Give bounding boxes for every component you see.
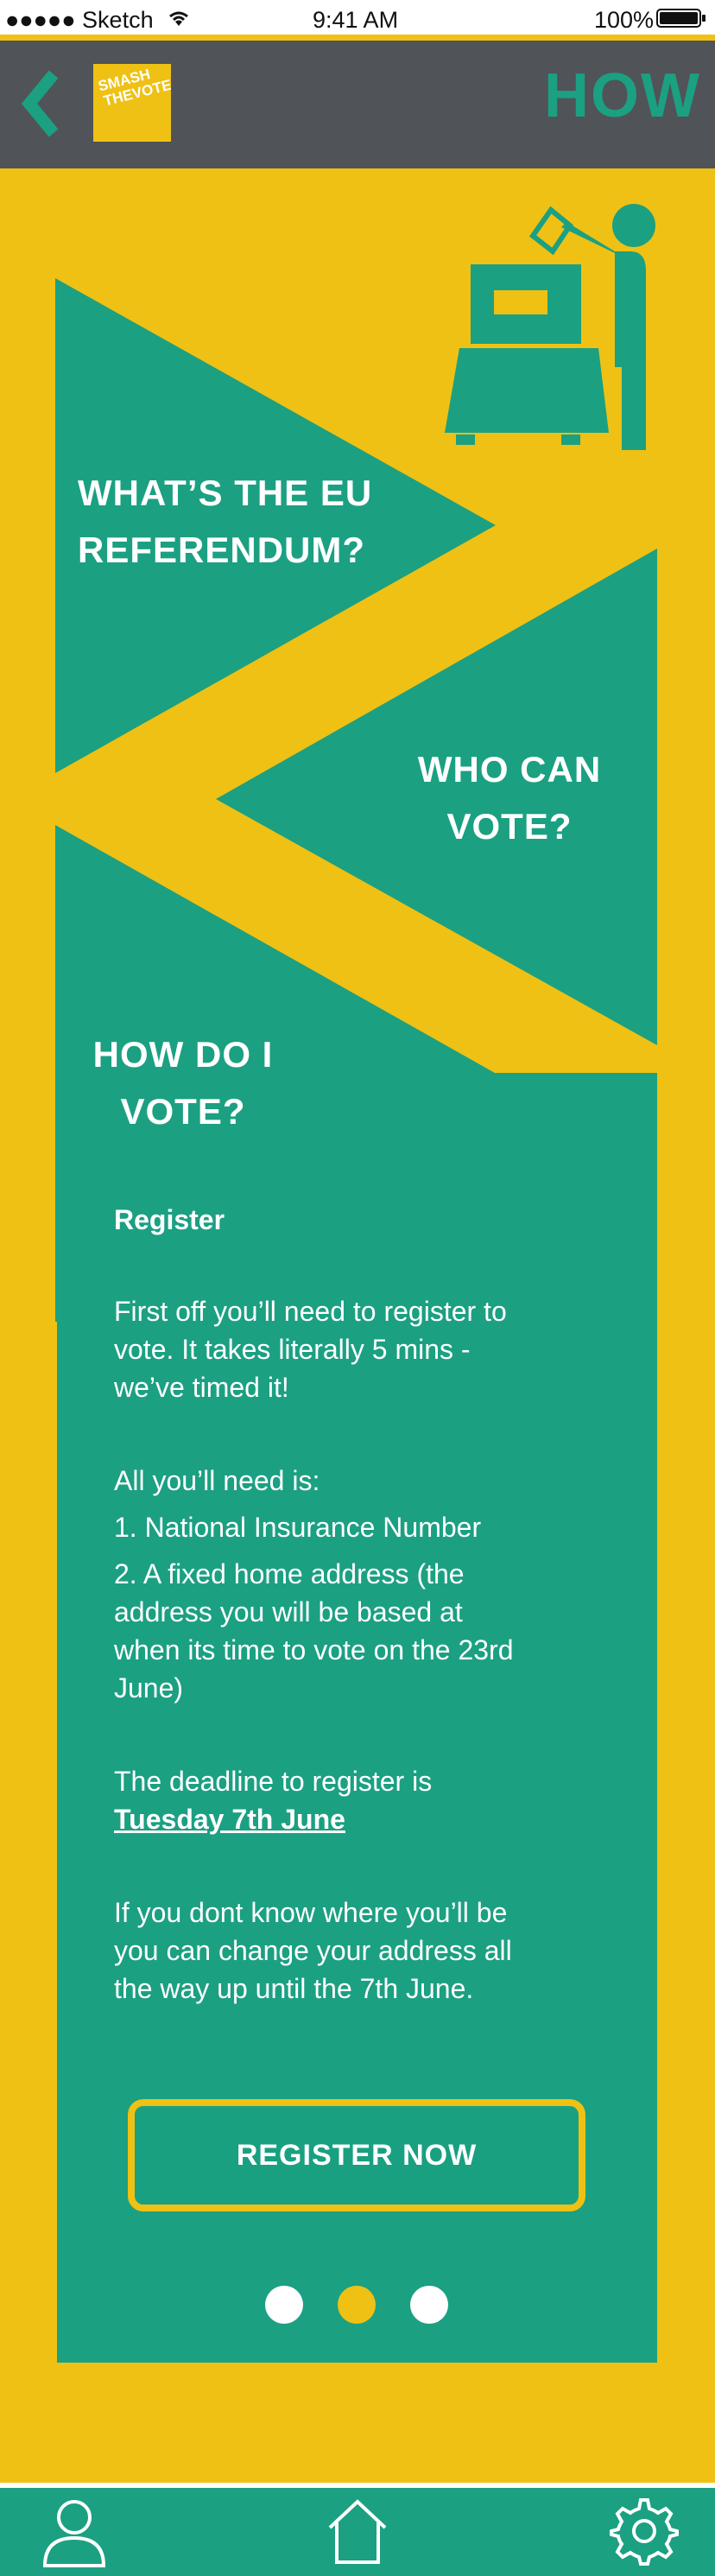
profile-icon[interactable]	[40, 2497, 109, 2567]
clock: 9:41 AM	[313, 7, 399, 33]
back-arrow-icon[interactable]	[19, 69, 62, 138]
section-eu-referendum-title[interactable]: WHAT’S THE EU REFERENDUM?	[78, 465, 372, 579]
deadline-paragraph: The deadline to register is Tuesday 7th …	[114, 1762, 432, 1838]
pagination-dot-2-active[interactable]	[338, 2286, 376, 2324]
battery-icon	[656, 9, 706, 28]
register-now-button[interactable]: REGISTER NOW	[128, 2099, 585, 2211]
register-intro-paragraph: First off you’ll need to register to vot…	[114, 1296, 507, 1403]
register-heading: Register	[114, 1204, 225, 1235]
smash-the-vote-logo: SMASH THEVOTE!	[93, 64, 171, 142]
settings-icon[interactable]	[610, 2497, 679, 2566]
requirement-item-2: 2. A fixed home address (the address you…	[114, 1558, 514, 1704]
wifi-icon	[169, 11, 188, 26]
section-who-can-vote-title[interactable]: WHO CAN VOTE?	[406, 741, 613, 855]
status-bar: ●●●●● Sketch 9:41 AM 100%	[0, 0, 715, 35]
status-divider	[0, 35, 715, 41]
requirements-intro: All you’ll need is:	[114, 1465, 320, 1496]
requirement-item-1: 1. National Insurance Number	[114, 1512, 482, 1543]
change-address-paragraph: If you dont know where you’ll be you can…	[114, 1897, 512, 2004]
home-icon[interactable]	[326, 2497, 389, 2566]
battery-percent: 100%	[594, 7, 655, 33]
carrier-label: ●●●●● Sketch	[5, 7, 154, 33]
deadline-date-link[interactable]: Tuesday 7th June	[114, 1800, 432, 1838]
pagination-dot-1[interactable]	[265, 2286, 303, 2324]
section-how-do-i-vote-title[interactable]: HOW DO I VOTE?	[79, 1026, 287, 1140]
bottom-nav	[0, 2488, 715, 2576]
page-title: HOW	[544, 61, 701, 130]
pagination-dot-3[interactable]	[410, 2286, 448, 2324]
voter-illustration-icon	[445, 204, 655, 450]
